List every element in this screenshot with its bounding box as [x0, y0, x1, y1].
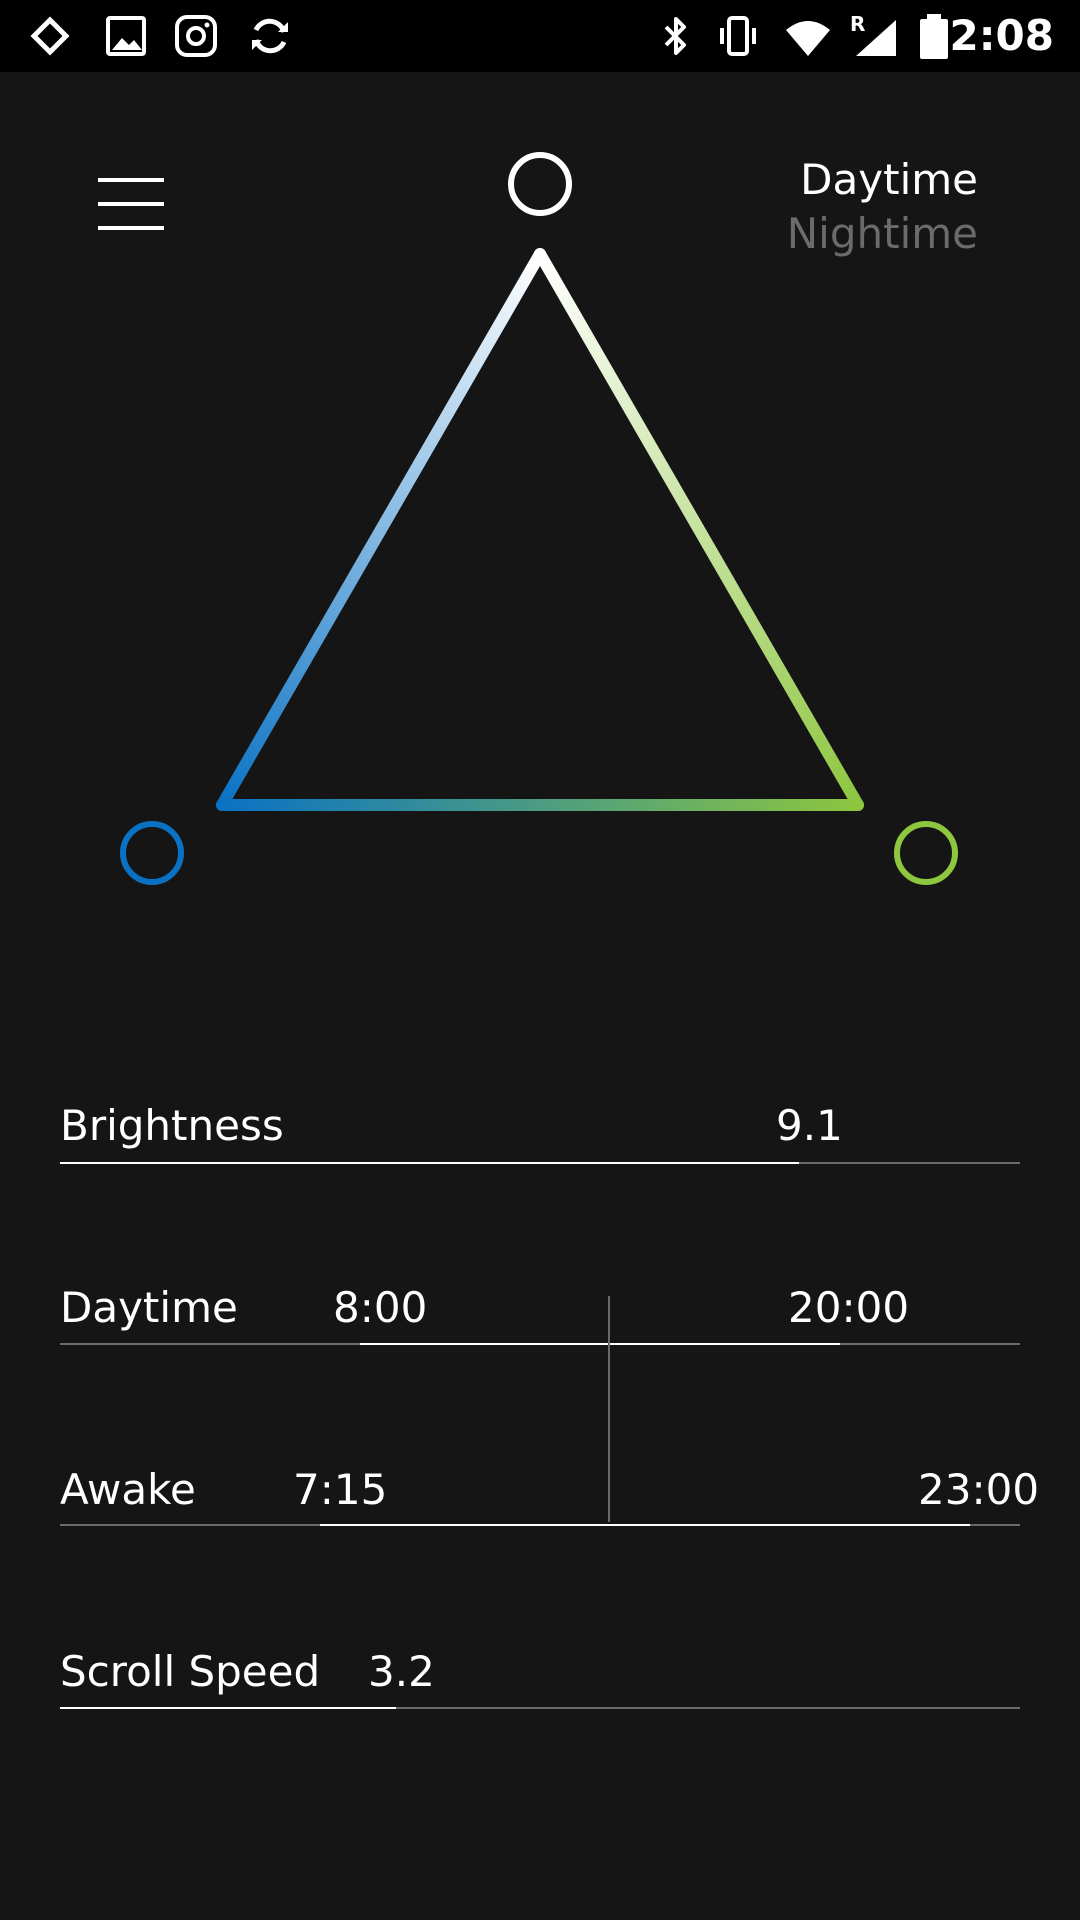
color-triangle[interactable] — [0, 72, 1080, 972]
awake-start-value[interactable]: 7:15 — [293, 1464, 387, 1516]
instagram-icon — [172, 12, 220, 60]
scroll-speed-slider-fill[interactable] — [60, 1707, 396, 1709]
cellular-roaming-icon — [852, 12, 900, 60]
sync-icon — [246, 12, 294, 60]
awake-end-value[interactable]: 23:00 — [918, 1464, 1039, 1516]
cast-icon — [26, 12, 74, 60]
battery-icon — [914, 12, 954, 60]
blue-point-handle — [120, 821, 184, 885]
awake-label: Awake — [60, 1465, 196, 1514]
white-point-handle — [508, 152, 572, 216]
clock: 2:08 — [949, 11, 1054, 60]
brightness-slider-fill[interactable] — [60, 1162, 800, 1164]
daytime-label: Daytime — [60, 1283, 238, 1332]
image-icon — [102, 12, 150, 60]
awake-range-fill[interactable] — [320, 1524, 970, 1526]
brightness-value: 9.1 — [776, 1101, 843, 1150]
noon-divider — [608, 1296, 610, 1522]
bluetooth-icon — [652, 12, 700, 60]
status-bar: R 2:08 — [0, 0, 1080, 72]
triangle-edge-left — [216, 248, 546, 811]
green-point-handle — [894, 821, 958, 885]
wifi-icon — [784, 12, 832, 60]
daytime-end-value[interactable]: 20:00 — [788, 1282, 909, 1334]
brightness-label: Brightness — [60, 1101, 284, 1150]
scroll-speed-value: 3.2 — [368, 1647, 435, 1696]
scroll-speed-label: Scroll Speed — [60, 1647, 321, 1696]
daytime-range-fill[interactable] — [360, 1343, 840, 1345]
triangle-edge-right — [534, 248, 864, 811]
daytime-start-value[interactable]: 8:00 — [333, 1282, 427, 1334]
vibrate-icon — [714, 12, 762, 60]
